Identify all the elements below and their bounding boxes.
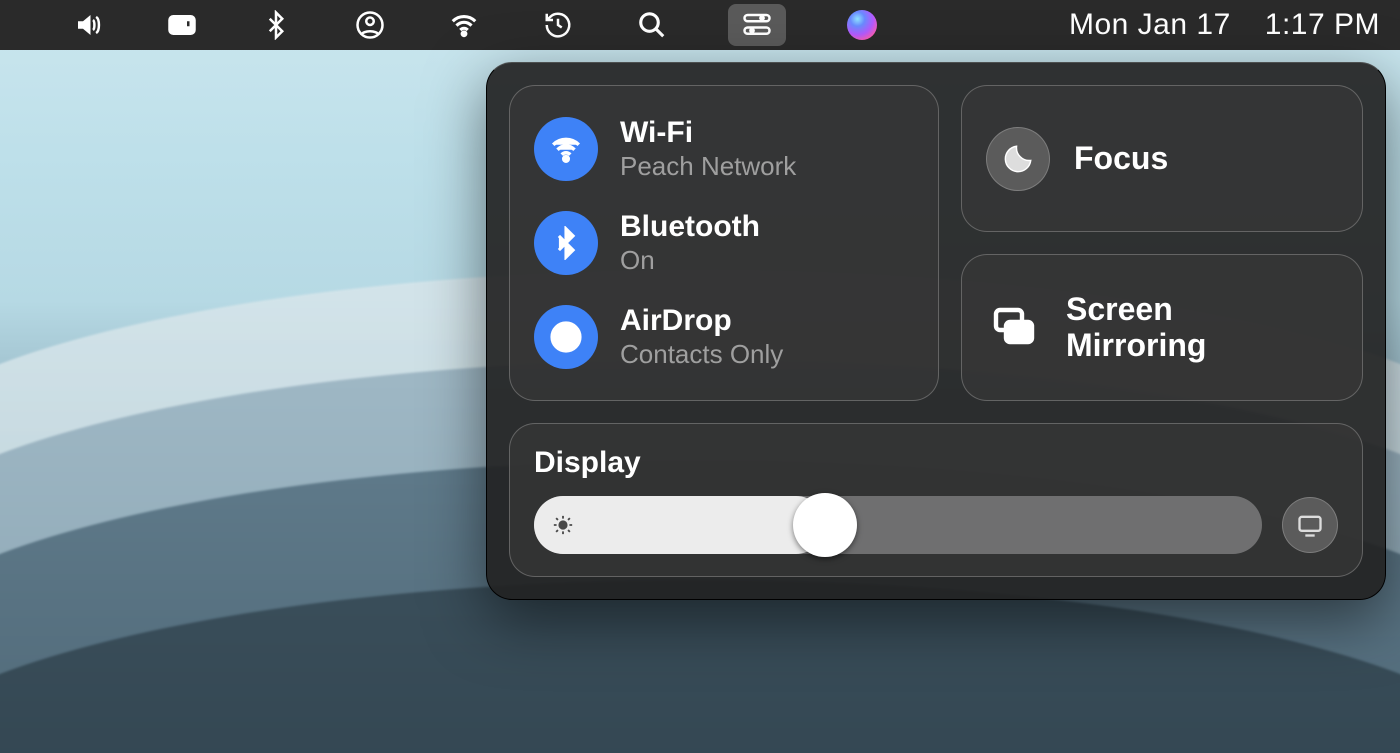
spotlight-icon[interactable]	[634, 7, 670, 43]
wifi-status: Peach Network	[620, 151, 796, 182]
bluetooth-toggle[interactable]: Bluetooth On	[534, 210, 914, 276]
brightness-slider[interactable]	[534, 496, 1262, 554]
bluetooth-toggle-icon	[534, 211, 598, 275]
bluetooth-status: On	[620, 245, 760, 276]
focus-title: Focus	[1074, 140, 1168, 177]
time-machine-icon[interactable]	[540, 7, 576, 43]
menubar-date[interactable]: Mon Jan 17	[1045, 8, 1241, 42]
focus-icon	[986, 127, 1050, 191]
control-center-icon[interactable]	[728, 4, 786, 46]
wifi-title: Wi-Fi	[620, 116, 796, 149]
control-center-panel: Wi-Fi Peach Network Bluetooth On	[486, 62, 1386, 600]
siri-icon[interactable]	[844, 7, 880, 43]
menu-bar: Mon Jan 17 1:17 PM	[0, 0, 1400, 50]
bluetooth-title: Bluetooth	[620, 210, 760, 243]
brightness-slider-fill	[534, 496, 825, 554]
volume-icon[interactable]	[70, 7, 106, 43]
user-icon[interactable]	[352, 7, 388, 43]
airdrop-title: AirDrop	[620, 304, 783, 337]
airdrop-status: Contacts Only	[620, 339, 783, 370]
brightness-slider-thumb[interactable]	[793, 493, 857, 557]
screen-mirroring-icon	[986, 304, 1042, 352]
screen-mirroring-tile[interactable]: Screen Mirroring	[961, 254, 1363, 401]
airdrop-toggle-icon	[534, 305, 598, 369]
focus-tile[interactable]: Focus	[961, 85, 1363, 232]
keyboard-viewer-icon[interactable]	[164, 7, 200, 43]
brightness-min-icon	[552, 514, 574, 536]
display-tile: Display	[509, 423, 1363, 577]
menubar-time[interactable]: 1:17 PM	[1241, 8, 1380, 42]
bluetooth-icon[interactable]	[258, 7, 294, 43]
wifi-toggle[interactable]: Wi-Fi Peach Network	[534, 116, 914, 182]
airdrop-toggle[interactable]: AirDrop Contacts Only	[534, 304, 914, 370]
wifi-icon[interactable]	[446, 7, 482, 43]
screen-mirroring-title: Screen Mirroring	[1066, 292, 1206, 362]
wifi-toggle-icon	[534, 117, 598, 181]
display-heading: Display	[534, 446, 1338, 480]
display-settings-button[interactable]	[1282, 497, 1338, 553]
connectivity-tile: Wi-Fi Peach Network Bluetooth On	[509, 85, 939, 401]
